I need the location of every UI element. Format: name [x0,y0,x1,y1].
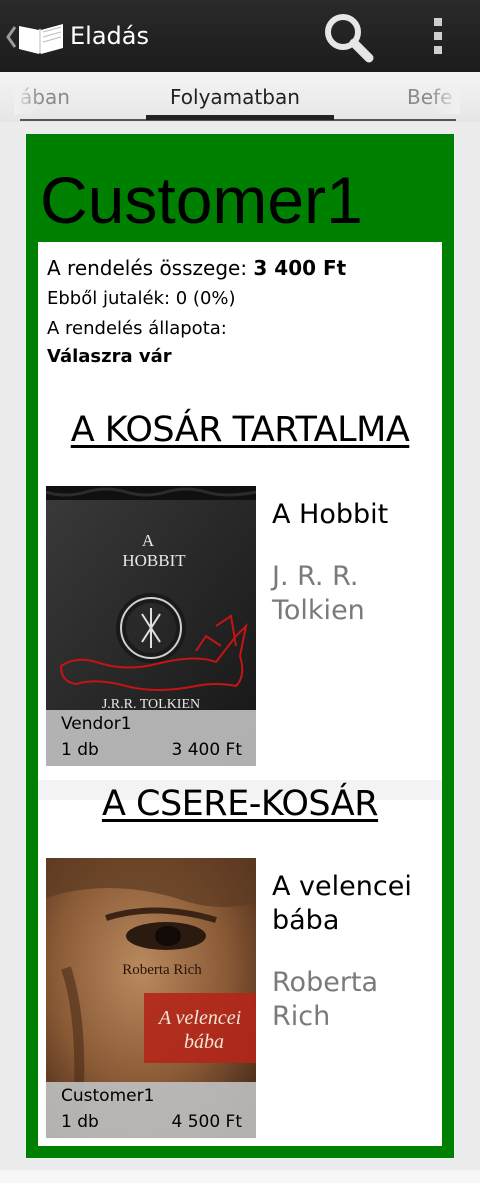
swap-book-price: 4 500 Ft [171,1112,242,1132]
order-total: A rendelés összege: 3 400 Ft [47,256,346,280]
order-total-value: 3 400 Ft [253,256,347,280]
order-card[interactable]: Customer1 A rendelés összege: 3 400 Ft E… [26,134,454,1158]
order-status-label: A rendelés állapota: [47,318,227,339]
customer-name: Customer1 [40,163,363,237]
cart-book-seller: Vendor1 [61,714,132,734]
cart-book-author: J. R. R. Tolkien [272,561,365,626]
swap-book-footer: Customer1 1 db 4 500 Ft [46,1082,256,1138]
cart-book-title: A Hobbit [272,499,389,530]
action-bar: Eladás [0,0,480,72]
cart-book-quantity: 1 db [61,740,99,760]
swap-book-item[interactable]: Roberta Rich A velencei bába Customer1 1… [46,858,256,1138]
order-details: A rendelés összege: 3 400 Ft Ebből jutal… [38,242,442,1146]
overflow-menu-icon[interactable] [430,18,446,54]
order-commission: Ebből jutalék: 0 (0%) [47,288,236,309]
velencei-cover-author: Roberta Rich [122,962,202,978]
velencei-cover-title-line1: A velencei [157,1007,241,1029]
velencei-cover-title-line2: bába [184,1031,224,1053]
cart-book-footer: Vendor1 1 db 3 400 Ft [46,710,256,766]
hobbit-cover-line2: HOBBIT [122,551,186,570]
search-icon[interactable] [320,10,376,64]
screen-title: Eladás [70,22,149,50]
swap-book-title: A velencei bába [272,871,412,936]
swap-book-author: Roberta Rich [272,967,379,1032]
tab-indicator [146,115,334,120]
books-app-icon[interactable] [17,16,65,56]
cart-book-item[interactable]: A HOBBIT J.R.R. TOLKIEN Vendor1 1 db 3 4… [46,486,256,766]
tab-in-progress[interactable]: Folyamatban [170,84,300,110]
swap-heading: A CSERE-KOSÁR [101,784,379,824]
swap-book-quantity: 1 db [61,1112,99,1132]
order-status-value: Válaszra vár [47,346,172,367]
cart-heading: A KOSÁR TARTALMA [70,410,410,450]
cart-book-price: 3 400 Ft [171,740,242,760]
tab-fade-right [430,82,460,114]
swap-book-seller: Customer1 [61,1086,155,1106]
up-caret-icon[interactable] [4,24,18,50]
tab-strip: ában Folyamatban Befe [0,72,480,122]
bottom-edge [0,1170,480,1183]
order-total-label: A rendelés összege: [47,256,248,280]
tab-fade-left [14,82,40,114]
hobbit-cover-line1: A [142,531,155,550]
